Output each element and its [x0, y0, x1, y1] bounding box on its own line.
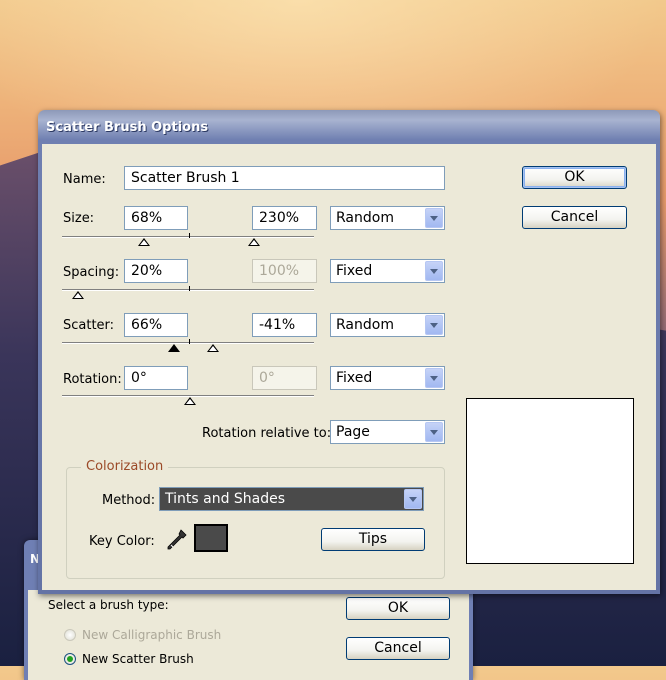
spacing-max-input: 100%: [252, 259, 317, 283]
name-input[interactable]: Scatter Brush 1: [124, 166, 445, 190]
size-min-slider-thumb[interactable]: [138, 238, 150, 246]
rotation-min-input[interactable]: 0°: [124, 366, 188, 390]
dialog-title: Scatter Brush Options: [46, 120, 209, 135]
ok-button[interactable]: OK: [522, 166, 627, 189]
scatter-variation-select[interactable]: Random: [330, 313, 445, 337]
radio-dot: [64, 629, 76, 641]
dialog-client-area: Name: Scatter Brush 1 Size: 68% 230% Ran…: [42, 144, 656, 590]
rotation-max-input: 0°: [252, 366, 317, 390]
rotation-relative-value: Page: [336, 424, 370, 440]
spacing-variation-value: Fixed: [336, 263, 373, 279]
size-slider-track[interactable]: [62, 236, 314, 238]
size-max-slider-thumb[interactable]: [248, 238, 260, 246]
size-label: Size:: [63, 211, 95, 226]
scatter-slider-track[interactable]: [62, 342, 314, 344]
radio-label: New Calligraphic Brush: [82, 628, 222, 642]
scatter-max-slider-thumb[interactable]: [207, 344, 219, 352]
chevron-down-icon[interactable]: [425, 368, 443, 388]
key-color-label: Key Color:: [89, 534, 155, 549]
new-brush-cancel-button[interactable]: Cancel: [346, 637, 450, 660]
rotation-slider-thumb[interactable]: [184, 397, 196, 405]
new-brush-dialog-body: Select a brush type: New Calligraphic Br…: [28, 590, 469, 680]
spacing-label: Spacing:: [63, 265, 120, 280]
tips-button[interactable]: Tips: [321, 528, 425, 551]
chevron-down-icon[interactable]: [404, 489, 422, 509]
scatter-max-input[interactable]: -41%: [252, 313, 317, 337]
brush-preview-box: [466, 398, 634, 564]
eyedropper-icon[interactable]: [167, 529, 187, 551]
size-slider-midpoint: [189, 233, 190, 238]
scatter-min-slider-thumb[interactable]: [168, 344, 180, 352]
name-label: Name:: [63, 172, 106, 187]
scatter-min-input[interactable]: 66%: [124, 313, 188, 337]
method-label: Method:: [102, 493, 156, 508]
cancel-button[interactable]: Cancel: [522, 206, 627, 229]
radio-label: New Scatter Brush: [82, 652, 194, 666]
rotation-variation-value: Fixed: [336, 370, 373, 386]
key-color-swatch[interactable]: [194, 524, 228, 552]
spacing-slider-thumb[interactable]: [72, 291, 84, 299]
rotation-relative-label: Rotation relative to:: [202, 426, 332, 441]
rotation-variation-select[interactable]: Fixed: [330, 366, 445, 390]
size-variation-select[interactable]: Random: [330, 206, 445, 230]
colorization-group-title: Colorization: [81, 459, 169, 474]
radio-dot-selected: [64, 653, 76, 665]
scatter-label: Scatter:: [63, 318, 115, 333]
scatter-slider-midpoint: [189, 339, 190, 344]
spacing-variation-select[interactable]: Fixed: [330, 259, 445, 283]
scatter-brush-options-dialog: Scatter Brush Options Name: Scatter Brus…: [38, 110, 660, 594]
chevron-down-icon[interactable]: [425, 422, 443, 442]
size-max-input[interactable]: 230%: [252, 206, 317, 230]
size-variation-value: Random: [336, 210, 394, 226]
radio-scatter-brush[interactable]: New Scatter Brush: [64, 652, 194, 666]
rotation-relative-select[interactable]: Page: [330, 420, 445, 444]
chevron-down-icon[interactable]: [425, 261, 443, 281]
size-min-input[interactable]: 68%: [124, 206, 188, 230]
colorization-group: Colorization Method: Tints and Shades Ke…: [66, 459, 445, 579]
spacing-slider-track[interactable]: [62, 289, 314, 291]
new-brush-ok-button[interactable]: OK: [346, 597, 450, 620]
radio-calligraphic-brush[interactable]: New Calligraphic Brush: [64, 628, 221, 642]
method-value: Tints and Shades: [165, 491, 286, 507]
spacing-slider-midpoint: [189, 286, 190, 291]
chevron-down-icon[interactable]: [425, 208, 443, 228]
method-select[interactable]: Tints and Shades: [159, 487, 424, 511]
chevron-down-icon[interactable]: [425, 315, 443, 335]
spacing-min-input[interactable]: 20%: [124, 259, 188, 283]
brush-type-prompt: Select a brush type:: [48, 598, 169, 612]
scatter-variation-value: Random: [336, 317, 394, 333]
rotation-label: Rotation:: [63, 372, 122, 387]
